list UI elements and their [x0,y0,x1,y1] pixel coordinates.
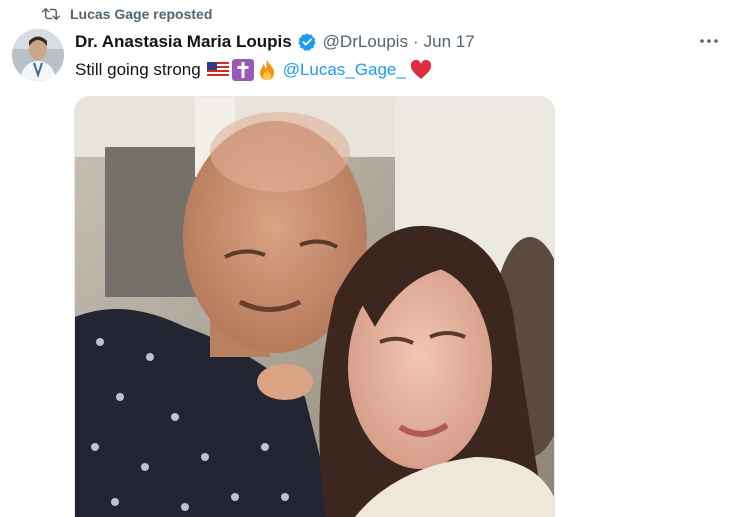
author-avatar[interactable] [12,29,64,81]
author-handle[interactable]: @DrLoupis [323,32,408,52]
tweet-photo[interactable] [74,96,555,517]
mention-link[interactable]: @Lucas_Gage_ [283,60,406,80]
us-flag-emoji [206,62,229,78]
tweet-date[interactable]: Jun 17 [424,32,475,52]
author-name[interactable]: Dr. Anastasia Maria Loupis [75,32,292,52]
repost-banner[interactable]: Lucas Gage reposted [42,4,212,24]
tweet-text: Still going strong @Lucas_Gage_ [75,58,432,82]
red-heart-emoji [410,60,432,80]
tweet-header: Dr. Anastasia Maria Loupis @DrLoupis · J… [75,30,475,54]
latin-cross-emoji [231,59,254,81]
separator-dot: · [412,32,419,51]
verified-badge-icon[interactable] [297,32,317,52]
repost-label: Lucas Gage reposted [70,6,213,22]
tweet-body: Still going strong [75,60,201,79]
fire-emoji [257,59,277,81]
repost-icon [42,6,60,22]
more-options-icon[interactable] [698,31,720,51]
